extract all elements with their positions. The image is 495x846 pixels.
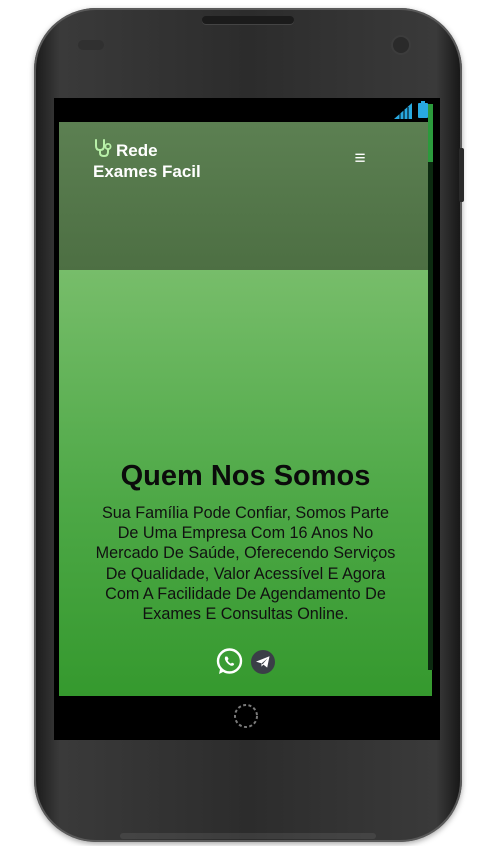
home-button-icon[interactable] (233, 703, 259, 729)
status-bar (54, 98, 440, 122)
brand-name-line2: Exames Facil (93, 162, 201, 181)
web-app: Rede Exames Facil ≡ Quem Nos Somos Sua F… (59, 122, 432, 696)
phone-side-button[interactable] (459, 148, 464, 202)
social-links (59, 647, 432, 676)
phone-bottom-highlight (120, 833, 376, 839)
brand-logo-link[interactable]: Rede Exames Facil (93, 138, 243, 182)
front-camera (393, 37, 409, 53)
hamburger-menu-icon[interactable]: ≡ (348, 148, 372, 170)
phone-sensor (78, 40, 104, 50)
about-section: Quem Nos Somos Sua Família Pode Confiar,… (59, 270, 432, 696)
battery-icon (418, 101, 428, 118)
phone-screen: Rede Exames Facil ≡ Quem Nos Somos Sua F… (54, 98, 440, 740)
navigation-bar (54, 696, 440, 740)
whatsapp-icon[interactable] (215, 647, 244, 676)
scrollbar-thumb[interactable] (428, 104, 433, 162)
telegram-icon[interactable] (250, 649, 276, 675)
top-navbar: Rede Exames Facil ≡ (59, 122, 432, 270)
phone-speaker (202, 16, 294, 24)
section-title: Quem Nos Somos (120, 460, 371, 492)
stethoscope-icon (95, 139, 112, 158)
brand-name-line1: Rede (116, 141, 158, 160)
scrollbar-track[interactable] (428, 104, 433, 670)
signal-icon (394, 103, 412, 119)
section-description: Sua Família Pode Confiar, Somos Parte De… (95, 504, 396, 624)
